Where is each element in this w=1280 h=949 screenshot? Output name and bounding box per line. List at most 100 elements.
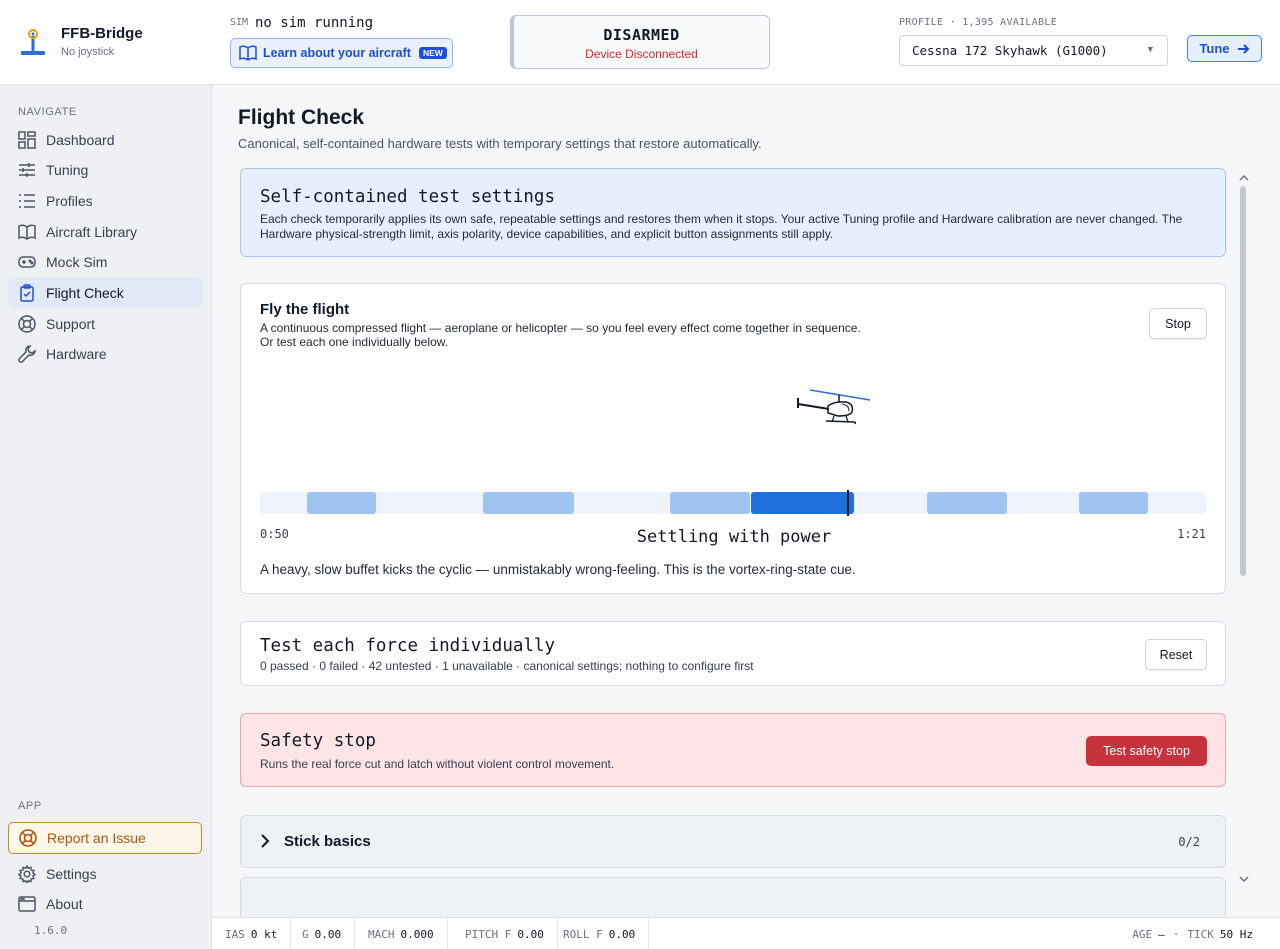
safety-title: Safety stop (260, 731, 376, 751)
sidebar-item-label: Profiles (46, 192, 93, 209)
pitchf-value: 0.00 (517, 927, 544, 941)
learn-aircraft-button[interactable]: Learn about your aircraft NEW (230, 38, 453, 68)
report-issue-button[interactable]: Report an Issue (8, 822, 202, 854)
timeline-segment[interactable] (670, 492, 750, 514)
separator: · (1172, 927, 1180, 941)
test-safety-stop-label: Test safety stop (1103, 744, 1190, 758)
sidebar-item-settings[interactable]: Settings (8, 859, 203, 888)
scrollbar-thumb[interactable] (1240, 186, 1246, 576)
helicopter-icon (797, 389, 871, 425)
safety-stop-card: Safety stop Runs the real force cut and … (240, 713, 1226, 787)
timeline-end-time: 1:21 (1177, 527, 1206, 541)
fly-description-line2: Or test each one individually below. (260, 335, 449, 349)
main-content: Flight Check Canonical, self-contained h… (212, 85, 1280, 917)
tune-button[interactable]: Tune (1187, 35, 1262, 62)
g-readout: G 0.00 (289, 918, 356, 949)
fly-title: Fly the flight (260, 301, 350, 318)
rollf-label: ROLL F (563, 927, 603, 941)
list-icon (18, 192, 36, 210)
lifebuoy-icon (19, 829, 37, 847)
lifebuoy-icon (18, 314, 36, 333)
tick-value: 50 Hz (1219, 927, 1253, 941)
app-heading: APP (18, 800, 42, 812)
sidebar-item-about[interactable]: About (8, 889, 203, 918)
section-count: 0/2 (1178, 835, 1200, 849)
sidebar-item-label: Flight Check (46, 284, 124, 301)
tick-label: TICK (1187, 927, 1214, 941)
navigate-heading: NAVIGATE (18, 106, 77, 118)
flight-timeline[interactable] (260, 490, 1206, 516)
fly-description-line1: A continuous compressed flight — aeropla… (260, 321, 861, 335)
arrow-right-icon (1237, 43, 1249, 54)
clipboard-check-icon (18, 283, 36, 302)
book-icon (18, 223, 36, 241)
g-label: G (302, 927, 309, 941)
timeline-segment[interactable] (927, 492, 1007, 514)
test-settings-info: Self-contained test settings Each check … (240, 168, 1226, 257)
rollf-value: 0.00 (608, 927, 636, 941)
timeline-segment-active[interactable] (751, 492, 854, 514)
stop-label: Stop (1165, 316, 1191, 331)
gear-icon (17, 864, 37, 884)
sidebar-item-label: Settings (46, 865, 97, 882)
top-bar: SIM no sim running Learn about your airc… (212, 0, 1280, 85)
page-subtitle: Canonical, self-contained hardware tests… (238, 136, 762, 151)
arm-status-panel: DISARMED Device Disconnected (510, 15, 770, 69)
wrench-icon (18, 344, 36, 363)
sidebar-item-tuning[interactable]: Tuning (8, 155, 203, 184)
app-title: FFB-Bridge (61, 25, 143, 42)
sidebar-item-support[interactable]: Support (8, 309, 203, 338)
info-body: Each check temporarily applies its own s… (260, 212, 1183, 241)
sidebar-item-dashboard[interactable]: Dashboard (8, 125, 203, 154)
tune-label: Tune (1199, 41, 1230, 56)
device-status: No joystick (61, 46, 115, 58)
section-stick-basics[interactable]: Stick basics 0/2 (240, 815, 1226, 868)
sidebar-item-mock-sim[interactable]: Mock Sim (8, 247, 203, 276)
stop-button[interactable]: Stop (1149, 308, 1207, 339)
sidebar-item-profiles[interactable]: Profiles (8, 186, 203, 215)
book-icon (239, 45, 257, 61)
sidebar: FFB-Bridge No joystick NAVIGATE Dashboar… (0, 0, 212, 949)
chevron-right-icon (261, 834, 270, 848)
section-next-partial[interactable] (240, 877, 1226, 917)
timeline-segment[interactable] (483, 492, 574, 514)
sidebar-item-label: Hardware (46, 345, 107, 362)
report-issue-label: Report an Issue (47, 830, 146, 846)
ias-readout: IAS 0 kt (212, 918, 292, 949)
gamepad-icon (18, 253, 36, 271)
new-badge: NEW (418, 47, 447, 59)
dashboard-icon (18, 130, 36, 149)
timeline-segment[interactable] (307, 492, 376, 514)
reset-label: Reset (1159, 647, 1193, 662)
page-title: Flight Check (238, 106, 365, 129)
fly-the-flight-card: Fly the flight A continuous compressed f… (240, 283, 1226, 594)
sidebar-item-flight-check[interactable]: Flight Check (8, 278, 203, 307)
window-icon (18, 895, 36, 913)
sidebar-item-hardware[interactable]: Hardware (8, 339, 203, 368)
test-individually-card: Test each force individually 0 passed · … (240, 621, 1226, 686)
pitch-force-readout: PITCH F 0.00 (452, 918, 558, 949)
phase-description: A heavy, slow buffet kicks the cyclic — … (260, 562, 856, 577)
profile-select[interactable]: Cessna 172 Skyhawk (G1000) ▼ (899, 35, 1168, 66)
safety-body: Runs the real force cut and latch withou… (260, 757, 615, 771)
chevron-down-icon: ▼ (1147, 45, 1153, 55)
scroll-down-icon[interactable] (1238, 874, 1250, 884)
arm-status: DISARMED (603, 26, 680, 44)
current-phase: Settling with power (636, 527, 832, 547)
telemetry-status-bar: IAS 0 kt G 0.00 MACH 0.000 PITCH F 0.00 ROLL… (212, 917, 1280, 949)
sim-status: no sim running (255, 15, 374, 31)
device-connection-status: Device Disconnected (585, 47, 698, 61)
profile-value: Cessna 172 Skyhawk (G1000) (912, 43, 1108, 58)
test-individually-title: Test each force individually (260, 636, 556, 656)
test-safety-stop-button[interactable]: Test safety stop (1086, 736, 1207, 766)
timeline-segment[interactable] (1079, 492, 1148, 514)
reset-button[interactable]: Reset (1145, 639, 1207, 670)
age-tick-readout: AGE — · TICK 50 Hz (1132, 918, 1253, 949)
sidebar-item-aircraft-library[interactable]: Aircraft Library (8, 217, 203, 246)
mach-value: 0.000 (400, 927, 434, 941)
scroll-up-icon[interactable] (1238, 173, 1250, 183)
sidebar-item-label: Aircraft Library (46, 223, 138, 240)
profile-label: PROFILE · 1,395 AVAILABLE (899, 17, 1058, 28)
pitchf-label: PITCH F (465, 927, 512, 941)
learn-aircraft-label: Learn about your aircraft (263, 46, 411, 60)
